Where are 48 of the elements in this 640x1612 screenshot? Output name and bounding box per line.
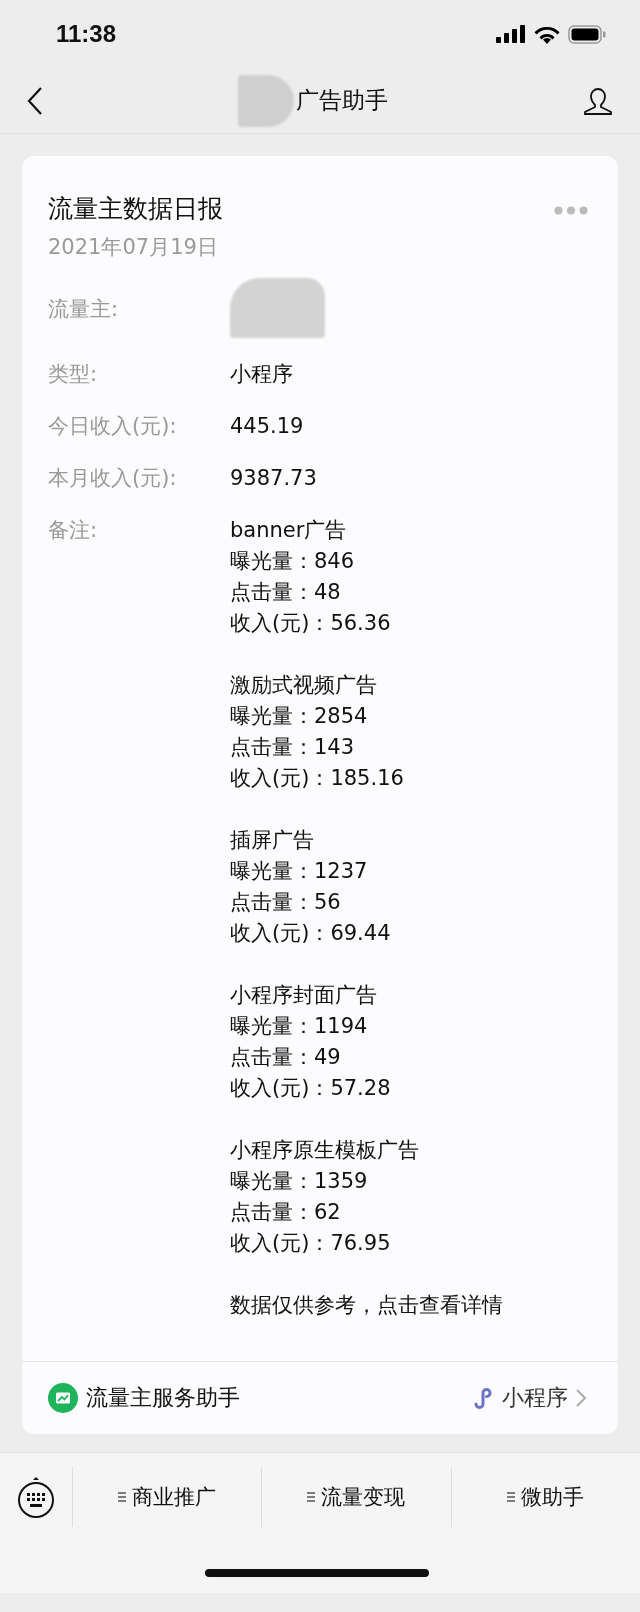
window-title: 广告助手	[296, 86, 388, 115]
ad-type: banner广告	[230, 517, 348, 544]
ad-stat: 点击量：49	[230, 1044, 342, 1071]
field-label: 流量主:	[48, 296, 120, 323]
ad-stat: 收入(元)：185.16	[230, 765, 405, 792]
ad-type: 小程序封面广告	[230, 982, 378, 1009]
menu-tab[interactable]: 流量变现	[261, 1467, 451, 1527]
field-label: 类型:	[48, 361, 99, 388]
ad-stat: 收入(元)：69.44	[230, 920, 392, 947]
redaction-blur	[238, 74, 294, 127]
ad-type: 激励式视频广告	[230, 672, 378, 699]
details-note[interactable]: 数据仅供参考，点击查看详情	[230, 1290, 592, 1321]
ad-stat: 收入(元)：76.95	[230, 1230, 392, 1257]
ad-stat: 曝光量：1359	[230, 1168, 369, 1195]
field-value: 9387.73	[230, 465, 318, 492]
ad-stat: 收入(元)：56.36	[230, 610, 392, 637]
chevron-right-icon	[574, 1387, 588, 1409]
ad-stat: 曝光量：846	[230, 548, 356, 575]
ad-type: 插屏广告	[230, 827, 315, 854]
status-time: 11:38	[56, 20, 117, 48]
field-label: 备注:	[48, 517, 99, 544]
battery-icon	[568, 24, 606, 44]
wifi-icon	[534, 24, 560, 44]
card-title: 流量主数据日报	[48, 193, 223, 225]
ad-stat: 曝光量：1237	[230, 858, 369, 885]
chart-icon	[48, 1383, 78, 1413]
ad-stat: 曝光量：1194	[230, 1013, 369, 1040]
field-value: 小程序	[230, 361, 294, 388]
ad-stat: 收入(元)：57.28	[230, 1075, 392, 1102]
mini-program-link[interactable]: 小程序	[472, 1383, 588, 1413]
menu-tab[interactable]: 微助手	[450, 1467, 640, 1527]
ad-stat: 点击量：48	[230, 579, 342, 606]
ad-stat: 曝光量：2854	[230, 703, 369, 730]
menu-tab[interactable]: 商业推广	[72, 1467, 262, 1527]
field-value: 445.19	[230, 413, 305, 440]
ad-stat: 点击量：56	[230, 889, 342, 916]
field-label: 今日收入(元):	[48, 413, 178, 440]
menu-icon	[118, 1492, 127, 1502]
menu-icon	[507, 1492, 516, 1502]
ad-stat: 点击量：62	[230, 1199, 342, 1226]
ad-type: 小程序原生模板广告	[230, 1137, 420, 1164]
ad-stat: 点击量：143	[230, 734, 356, 761]
report-date: 2021年07月19日	[47, 234, 219, 261]
signal-icon	[496, 25, 526, 43]
keyboard-icon[interactable]	[17, 1475, 55, 1519]
menu-icon	[307, 1492, 316, 1502]
field-label: 本月收入(元):	[48, 465, 178, 492]
service-name: 流量主服务助手	[86, 1384, 240, 1412]
